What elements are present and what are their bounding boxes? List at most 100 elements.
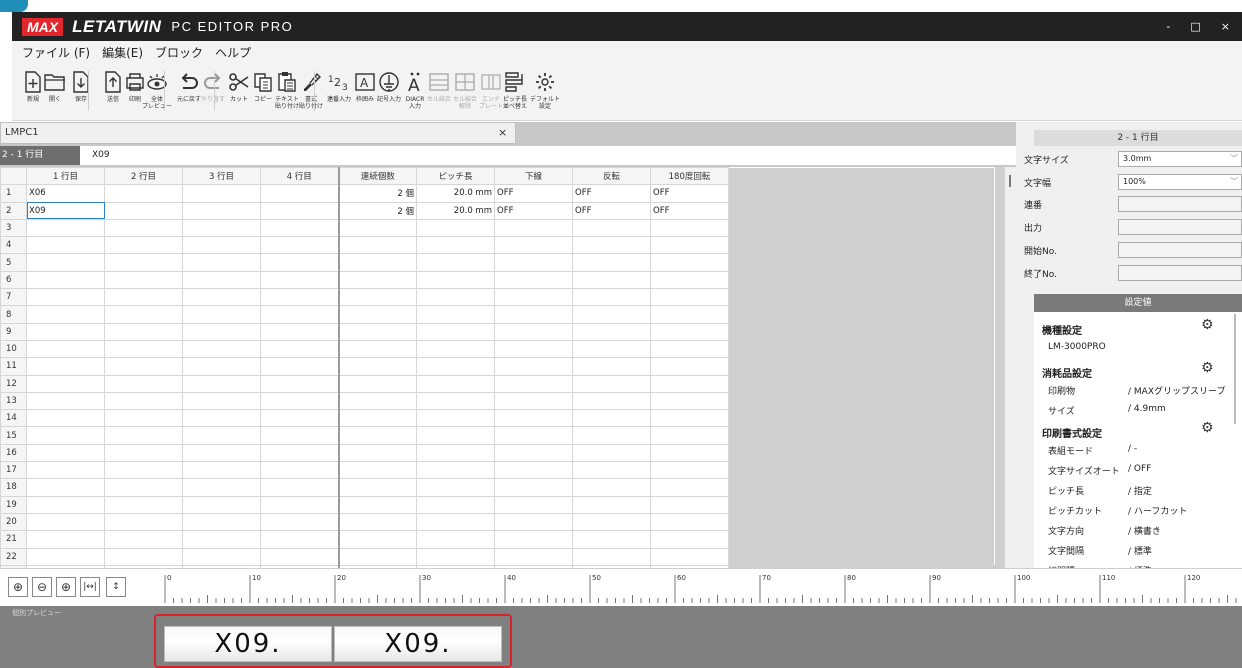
grid-cell[interactable] [416, 391, 495, 411]
grid-cell[interactable] [104, 391, 183, 411]
grid-cell[interactable] [182, 288, 261, 307]
grid-cell[interactable] [104, 339, 183, 359]
grid-cell[interactable] [26, 495, 105, 514]
grid-cell[interactable] [260, 443, 339, 463]
grid-cell[interactable] [260, 478, 339, 497]
grid-cell[interactable] [260, 547, 339, 566]
row-number[interactable]: 13 [0, 391, 27, 411]
grid-cell[interactable] [260, 357, 339, 376]
grid-cell[interactable] [337, 236, 417, 255]
grid-cell[interactable] [494, 461, 573, 480]
column-header[interactable]: ピッチ長 [416, 167, 495, 186]
row-number[interactable]: 15 [0, 426, 27, 445]
minimize-button[interactable]: - [1166, 20, 1170, 33]
grid-cell[interactable] [572, 357, 651, 376]
grid-cell[interactable] [337, 426, 417, 445]
grid-cell[interactable] [182, 357, 261, 376]
char-size-select[interactable]: 3.0mm ﹀ [1118, 151, 1242, 167]
grid-cell[interactable] [650, 339, 729, 359]
grid-cell[interactable] [416, 288, 495, 307]
grid-cell[interactable] [650, 218, 729, 238]
fit-width-icon[interactable]: |↔| [80, 577, 100, 597]
grid-cell[interactable]: OFF [572, 184, 651, 203]
grid-cell[interactable] [182, 478, 261, 497]
grid-cell[interactable] [416, 253, 495, 272]
grid-cell[interactable] [416, 495, 495, 514]
grid-cell[interactable] [650, 443, 729, 463]
grid-cell[interactable] [337, 391, 417, 411]
grid-cell[interactable] [572, 391, 651, 411]
grid-cell[interactable] [337, 357, 417, 376]
grid-cell[interactable] [572, 547, 651, 566]
save-button[interactable]: 保存 [64, 68, 98, 118]
grid-cell[interactable] [104, 201, 183, 220]
grid-cell[interactable] [572, 495, 651, 514]
grid-cell[interactable] [416, 357, 495, 376]
grid-cell[interactable]: 20.0 mm [416, 184, 495, 203]
grid-cell[interactable] [182, 339, 261, 359]
grid-cell[interactable] [26, 426, 105, 445]
grid-cell[interactable] [104, 461, 183, 480]
grid-cell[interactable] [182, 218, 261, 238]
grid-cell[interactable] [337, 409, 417, 428]
grid-cell[interactable] [494, 530, 573, 549]
grid-cell[interactable] [26, 443, 105, 463]
grid-cell[interactable] [337, 512, 417, 532]
output-field[interactable] [1118, 219, 1242, 235]
row-number[interactable]: 9 [0, 322, 27, 341]
grid-cell[interactable] [572, 236, 651, 255]
row-number[interactable]: 8 [0, 305, 27, 324]
grid-cell[interactable] [494, 236, 573, 255]
grid-cell[interactable] [26, 270, 105, 290]
grid-cell[interactable] [494, 391, 573, 411]
grid-cell[interactable] [416, 530, 495, 549]
grid-cell[interactable] [182, 547, 261, 566]
grid-cell[interactable] [494, 478, 573, 497]
grid-cell[interactable] [416, 374, 495, 393]
grid-cell[interactable] [494, 547, 573, 566]
grid-cell[interactable] [182, 201, 261, 220]
column-header[interactable]: 180度回転 [650, 167, 729, 186]
row-number[interactable]: 3 [0, 218, 27, 238]
grid-cell[interactable] [494, 426, 573, 445]
grid-cell[interactable] [337, 305, 417, 324]
grid-cell[interactable] [337, 443, 417, 463]
grid-cell[interactable] [26, 357, 105, 376]
grid-cell[interactable] [337, 253, 417, 272]
column-header[interactable]: 1 行目 [26, 167, 105, 186]
row-number[interactable]: 6 [0, 270, 27, 290]
grid-cell[interactable] [182, 391, 261, 411]
grid-cell[interactable] [182, 253, 261, 272]
grid-cell[interactable]: OFF [494, 184, 573, 203]
grid-cell[interactable] [572, 374, 651, 393]
grid-cell[interactable] [260, 426, 339, 445]
grid-cell[interactable] [26, 253, 105, 272]
cell-value-input[interactable]: X09 [92, 150, 110, 160]
menu-file[interactable]: ファイル (F) [22, 44, 90, 61]
row-number[interactable]: 5 [0, 253, 27, 272]
grid-cell[interactable] [494, 512, 573, 532]
grid-cell[interactable] [182, 443, 261, 463]
row-number[interactable]: 18 [0, 478, 27, 497]
grid-cell[interactable] [337, 218, 417, 238]
grid-cell[interactable] [104, 236, 183, 255]
row-number[interactable]: 11 [0, 357, 27, 376]
grid-cell[interactable] [494, 495, 573, 514]
grid-cell[interactable]: X09 [26, 201, 105, 220]
grid-cell[interactable] [650, 530, 729, 549]
row-number[interactable]: 21 [0, 530, 27, 549]
grid-cell[interactable] [416, 322, 495, 341]
grid-cell[interactable] [260, 218, 339, 238]
grid-cell[interactable] [260, 322, 339, 341]
grid-cell[interactable] [182, 409, 261, 428]
row-number[interactable]: 4 [0, 236, 27, 255]
grid-cell[interactable] [337, 322, 417, 341]
grid-cell[interactable] [650, 478, 729, 497]
settings-scrollbar[interactable] [1234, 314, 1236, 424]
grid-cell[interactable] [182, 512, 261, 532]
grid-cell[interactable] [650, 305, 729, 324]
grid-cell[interactable] [26, 218, 105, 238]
grid-cell[interactable]: OFF [572, 201, 651, 220]
grid-cell[interactable] [260, 461, 339, 480]
grid-cell[interactable] [337, 374, 417, 393]
